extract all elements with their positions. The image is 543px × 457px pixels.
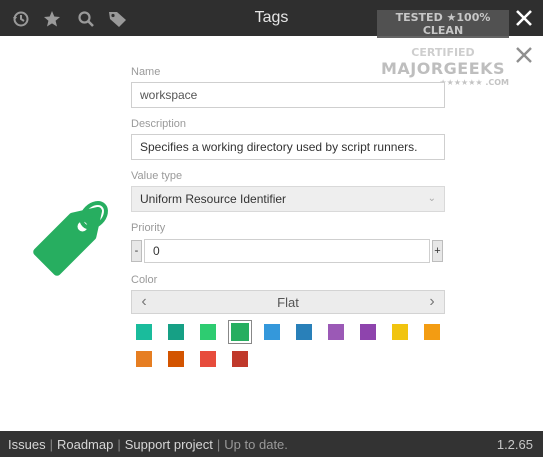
value-type-selected: Uniform Resource Identifier <box>140 192 287 206</box>
color-swatch[interactable] <box>424 324 440 340</box>
tag-illustration-icon <box>33 201 108 276</box>
color-swatch[interactable] <box>264 324 280 340</box>
priority-decrement-button[interactable]: - <box>131 240 142 262</box>
color-swatch[interactable] <box>168 351 184 367</box>
issues-link[interactable]: Issues <box>8 437 46 452</box>
chevron-down-icon: ⌄ <box>427 193 436 204</box>
description-input[interactable]: Specifies a working directory used by sc… <box>131 134 445 160</box>
color-swatch[interactable] <box>136 324 152 340</box>
chevron-right-icon[interactable]: › <box>426 293 438 311</box>
tag-form: Name workspace Description Specifies a w… <box>131 66 446 385</box>
color-swatch[interactable] <box>296 324 312 340</box>
name-label: Name <box>131 66 161 78</box>
color-palette-name: Flat <box>277 294 299 310</box>
priority-label: Priority <box>131 222 166 234</box>
color-palette-select: ‹ Flat › <box>131 290 445 314</box>
watermark-line1: TESTED ★100% CLEAN <box>377 10 509 38</box>
priority-input[interactable]: 0 <box>144 239 430 263</box>
priority-increment-button[interactable]: + <box>432 240 443 262</box>
separator: | <box>117 437 121 452</box>
separator: | <box>49 437 53 452</box>
value-type-select[interactable]: Uniform Resource Identifier ⌄ <box>131 186 445 212</box>
watermark-line2: CERTIFIED <box>411 46 475 59</box>
color-swatches <box>131 320 451 375</box>
color-swatch[interactable] <box>360 324 376 340</box>
color-swatch[interactable] <box>136 351 152 367</box>
app-version: 1.2.65 <box>496 437 533 452</box>
value-type-label: Value type <box>131 170 183 182</box>
color-label: Color <box>131 274 158 286</box>
support-project-link[interactable]: Support project <box>125 437 213 452</box>
roadmap-link[interactable]: Roadmap <box>57 437 113 452</box>
color-swatch[interactable] <box>200 351 216 367</box>
name-input[interactable]: workspace <box>131 82 445 108</box>
color-swatch[interactable] <box>168 324 184 340</box>
panel-close-icon[interactable] <box>513 44 535 66</box>
tags-window: Tags TESTED ★100% CLEAN CERTIFIED MAJORG… <box>0 0 543 457</box>
status-bar: Issues | Roadmap | Support project | Up to dat… <box>0 431 543 457</box>
color-swatch-selected[interactable] <box>228 320 252 344</box>
update-status: Up to date. <box>224 437 288 452</box>
chevron-left-icon[interactable]: ‹ <box>138 293 150 311</box>
priority-stepper: - 0 + <box>131 238 446 264</box>
color-swatch[interactable] <box>200 324 216 340</box>
color-swatch[interactable] <box>232 351 248 367</box>
separator: | <box>216 437 221 452</box>
color-swatch[interactable] <box>392 324 408 340</box>
description-label: Description <box>131 118 187 130</box>
color-swatch[interactable] <box>328 324 344 340</box>
close-icon[interactable] <box>513 7 535 29</box>
